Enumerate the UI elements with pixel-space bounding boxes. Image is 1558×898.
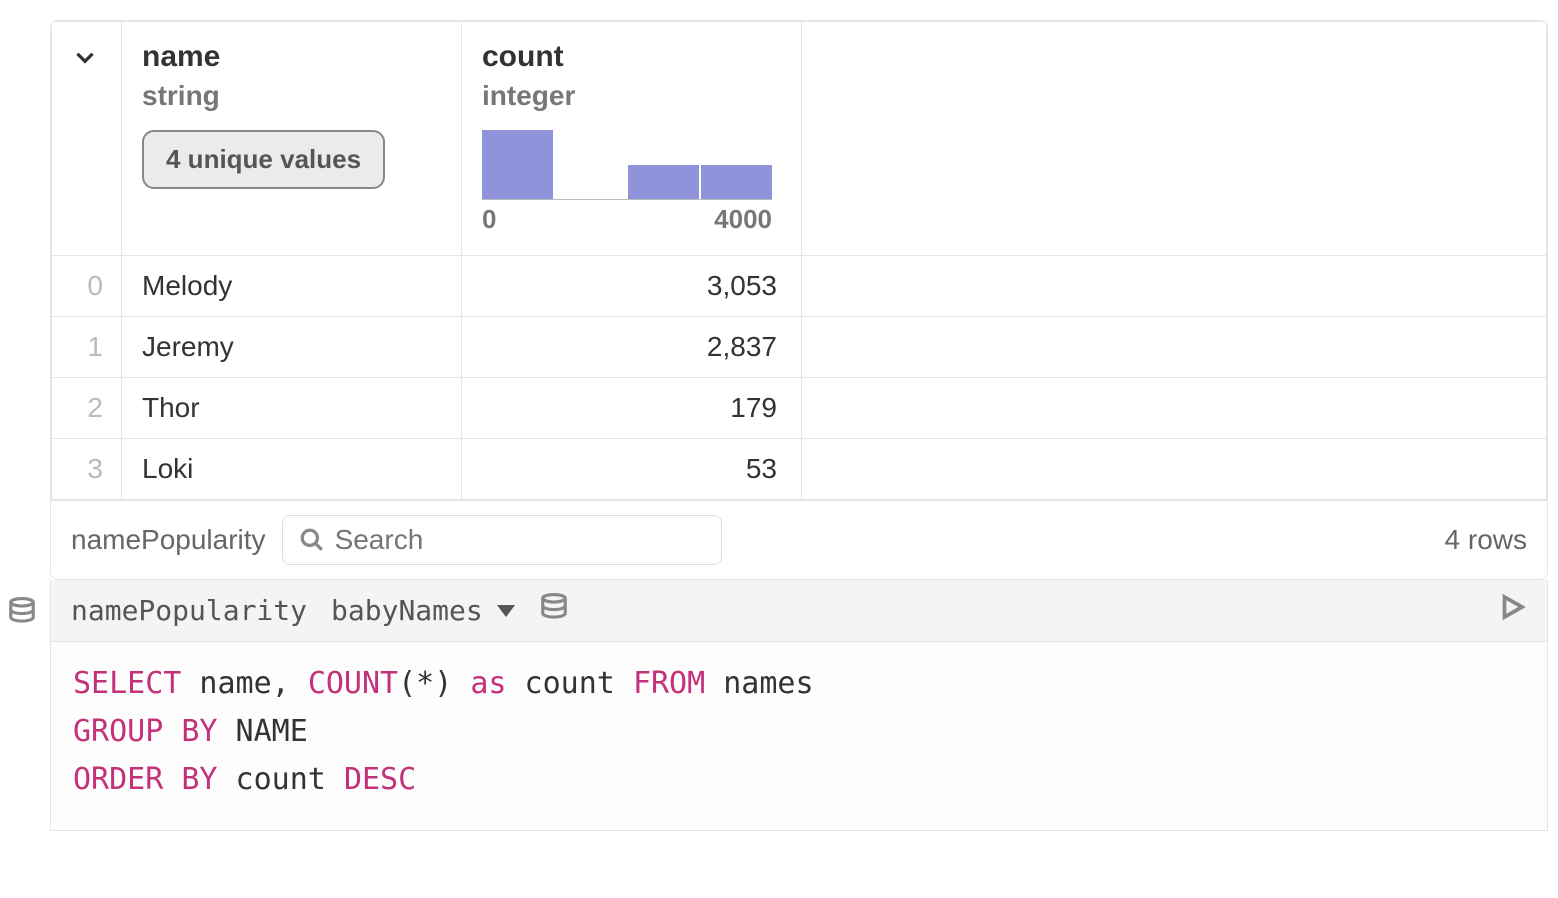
column-title: count: [482, 40, 781, 74]
count-histogram: 0 4000: [482, 130, 772, 235]
hist-max-label: 4000: [714, 204, 772, 235]
column-spacer: [802, 22, 1547, 256]
table-footer: namePopularity 4 rows: [51, 500, 1547, 579]
result-table: name string 4 unique values count intege…: [51, 21, 1547, 500]
database-gutter-icon: [7, 596, 37, 633]
search-icon: [299, 527, 325, 553]
cell-name-label: namePopularity: [71, 594, 307, 627]
cell-count: 3,053: [462, 256, 802, 317]
collapse-chevron-icon[interactable]: [72, 44, 98, 70]
table-row[interactable]: 1Jeremy2,837: [52, 317, 1547, 378]
hist-bar: [628, 165, 699, 200]
database-icon: [539, 592, 569, 629]
column-header-count[interactable]: count integer 0 4000: [462, 22, 802, 256]
column-header-name[interactable]: name string 4 unique values: [122, 22, 462, 256]
cell-count: 179: [462, 378, 802, 439]
cell-count: 2,837: [462, 317, 802, 378]
row-index: 2: [52, 378, 122, 439]
hist-min-label: 0: [482, 204, 496, 235]
cell-count: 53: [462, 439, 802, 500]
caret-down-icon: [497, 605, 515, 617]
sql-editor[interactable]: SELECT name, COUNT(*) as count FROM name…: [50, 642, 1548, 831]
cell-empty: [802, 378, 1547, 439]
table-row[interactable]: 3Loki53: [52, 439, 1547, 500]
column-type: string: [142, 80, 441, 112]
unique-values-pill[interactable]: 4 unique values: [142, 130, 385, 189]
cell-name: Jeremy: [122, 317, 462, 378]
table-row[interactable]: 0Melody3,053: [52, 256, 1547, 317]
cell-name: Loki: [122, 439, 462, 500]
hist-bar: [701, 165, 772, 200]
cell-empty: [802, 439, 1547, 500]
row-index: 1: [52, 317, 122, 378]
table-name-label: namePopularity: [71, 524, 266, 556]
result-table-panel: name string 4 unique values count intege…: [50, 20, 1548, 580]
row-index: 0: [52, 256, 122, 317]
hist-bar: [482, 130, 553, 199]
table-row[interactable]: 2Thor179: [52, 378, 1547, 439]
cell-empty: [802, 256, 1547, 317]
search-box[interactable]: [282, 515, 722, 565]
search-input[interactable]: [335, 524, 705, 556]
cell-name: Melody: [122, 256, 462, 317]
column-title: name: [142, 40, 441, 74]
database-name: babyNames: [331, 594, 483, 627]
column-type: integer: [482, 80, 781, 112]
row-count-label: 4 rows: [1445, 524, 1527, 556]
row-index: 3: [52, 439, 122, 500]
database-selector[interactable]: babyNames: [331, 594, 515, 627]
run-cell-button[interactable]: [1497, 592, 1527, 629]
cell-name: Thor: [122, 378, 462, 439]
cell-empty: [802, 317, 1547, 378]
cell-toolbar: namePopularity babyNames: [50, 580, 1548, 642]
